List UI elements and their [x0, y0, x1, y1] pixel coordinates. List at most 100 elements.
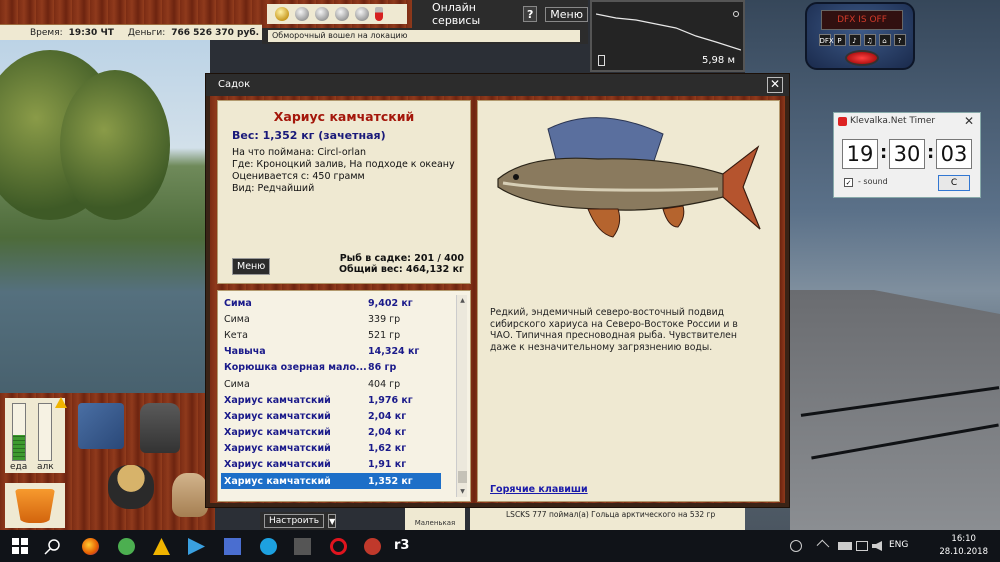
online-services-button[interactable]: Онлайн сервисы	[432, 1, 515, 27]
catch-fish-weight: 1,62 кг	[368, 443, 407, 455]
catch-list-box: Сима 9,402 кг Сима 339 гр Кета 521 гр Чавыча 14…	[217, 290, 471, 502]
catch-fish-name: Сима	[224, 313, 250, 325]
fishing-game-icon[interactable]	[364, 538, 381, 555]
bucket-box[interactable]	[5, 483, 65, 528]
music-notes-icon[interactable]: ♫	[863, 34, 876, 46]
catch-list-row[interactable]: Кета 521 гр	[221, 327, 441, 343]
fish-count: Рыб в садке: 201 / 400	[339, 253, 464, 264]
bucket-icon[interactable]	[15, 489, 55, 523]
food-gauge-fill	[13, 434, 25, 460]
catch-list-row[interactable]: Хариус камчатский 1,352 кг	[221, 473, 441, 490]
close-icon[interactable]: ✕	[964, 114, 974, 128]
catch-fish-name: Хариус камчатский	[224, 443, 331, 455]
fish-info-box: Хариус камчатский Вес: 1,352 кг (зачетна…	[217, 100, 471, 284]
catch-fish-name: Кета	[224, 329, 248, 341]
gadget-power-button[interactable]	[845, 50, 879, 66]
catch-list-row[interactable]: Хариус камчатский 1,976 кг	[221, 392, 441, 408]
taskbar-clock[interactable]: 16:10 28.10.2018	[939, 533, 988, 559]
money-label: Деньги:	[127, 27, 166, 38]
gold-spoon-icon[interactable]	[275, 7, 289, 21]
alcohol-gauge	[38, 403, 52, 461]
catch-list-scrollbar[interactable]: ▲ ▼	[456, 295, 467, 497]
opera-icon[interactable]	[330, 538, 347, 555]
scroll-up-icon[interactable]: ▲	[457, 295, 468, 306]
tree	[60, 70, 170, 220]
fish-place: Где: Кроноцкий залив, На подходе к океан…	[232, 159, 455, 170]
app-icon[interactable]	[294, 538, 311, 555]
volume-icon[interactable]	[872, 541, 882, 551]
catch-list-row[interactable]: Хариус камчатский 2,04 кг	[221, 425, 441, 441]
left-tools-panel: еда алк	[0, 393, 215, 533]
time-value: 19:30 ЧТ	[68, 27, 114, 38]
chevron-up-icon[interactable]	[816, 539, 830, 553]
catch-list-row[interactable]: Корюшка озерная мало... 86 гр	[221, 360, 441, 376]
fish-name: Хариус камчатский	[273, 109, 415, 124]
skype-icon[interactable]	[260, 538, 277, 555]
catch-list-row[interactable]: Хариус камчатский 1,91 кг	[221, 457, 441, 473]
catch-fish-weight: 14,324 кг	[368, 346, 420, 358]
fish-bait: На что поймана: Circl-orlan	[232, 147, 367, 158]
help-button[interactable]: ?	[523, 6, 538, 22]
catch-fish-weight: 2,04 кг	[368, 427, 407, 439]
tools-bar	[262, 0, 412, 28]
potion-icon[interactable]	[375, 7, 383, 21]
firefox-icon[interactable]	[82, 538, 99, 555]
catch-fish-name: Сима	[224, 297, 252, 309]
fish-menu-button[interactable]: Меню	[232, 258, 271, 275]
app-triangle-icon[interactable]	[153, 538, 170, 555]
rr3-game-icon[interactable]: r3	[394, 538, 416, 555]
catch-fish-name: Хариус камчатский	[224, 427, 331, 439]
gadget-p-button[interactable]: P	[833, 34, 846, 46]
play-store-icon[interactable]	[188, 538, 205, 555]
catch-list-row[interactable]: Хариус камчатский 1,62 кг	[221, 441, 441, 457]
top-menu-button[interactable]: Меню	[545, 6, 588, 22]
spoon-icon[interactable]	[315, 7, 329, 21]
catch-list-row[interactable]: Сима 404 гр	[221, 376, 441, 392]
utorrent-icon[interactable]	[118, 538, 135, 555]
home-icon[interactable]: ⌂	[878, 34, 891, 46]
settings-button[interactable]: Настроить	[264, 514, 325, 528]
spoon-icon[interactable]	[335, 7, 349, 21]
catch-list-row[interactable]: Сима 339 гр	[221, 311, 441, 327]
windows-start-icon[interactable]	[12, 538, 29, 555]
music-note-icon[interactable]: ♪	[848, 34, 861, 46]
bait-pot-icon[interactable]	[108, 465, 154, 509]
catch-list[interactable]: Сима 9,402 кг Сима 339 гр Кета 521 гр Чавыча 14…	[221, 295, 441, 490]
warning-icon	[55, 397, 67, 408]
sound-checkbox[interactable]: ✓	[844, 178, 853, 187]
timer-colon: :	[880, 142, 888, 163]
food-label: еда	[10, 462, 28, 472]
catch-list-row[interactable]: Чавыча 14,324 кг	[221, 344, 441, 360]
small-item-slot[interactable]: Маленькая	[405, 505, 465, 530]
save-disk-icon[interactable]	[224, 538, 241, 555]
search-icon[interactable]	[44, 538, 61, 555]
backpack-icon[interactable]	[140, 403, 180, 453]
input-language[interactable]: ENG	[889, 540, 908, 550]
hotkeys-link[interactable]: Горячие клавиши	[490, 484, 588, 495]
settings-dropdown-icon[interactable]: ▼	[328, 514, 337, 528]
headphones-icon[interactable]: ?	[893, 34, 906, 46]
people-icon[interactable]	[790, 540, 802, 552]
catch-fish-name: Сима	[224, 378, 250, 390]
catch-fish-name: Корюшка озерная мало...	[224, 362, 366, 374]
sack-icon[interactable]	[172, 473, 208, 517]
scroll-thumb[interactable]	[458, 471, 467, 483]
tackle-box-icon[interactable]	[78, 403, 124, 449]
catch-list-row[interactable]: Хариус камчатский 2,04 кг	[221, 408, 441, 424]
taskbar: r3 ENG 16:10 28.10.2018	[0, 530, 1000, 562]
scroll-down-icon[interactable]: ▼	[457, 486, 468, 497]
spoon-icon[interactable]	[295, 7, 309, 21]
chat-log-line: LSCKS 777 поймал(а) Гольца арктического …	[470, 505, 745, 530]
sound-label: - sound	[858, 177, 888, 186]
catch-list-row[interactable]: Сима 9,402 кг	[221, 295, 441, 311]
close-icon[interactable]: ✕	[767, 77, 783, 93]
battery-icon	[598, 55, 605, 66]
timer-c-button[interactable]: C	[938, 175, 970, 191]
fish-picture-box: Редкий, эндемичный северо-восточный подв…	[477, 100, 780, 502]
battery-tray-icon[interactable]	[838, 542, 852, 550]
network-icon[interactable]	[856, 541, 868, 551]
dialog-body: Хариус камчатский Вес: 1,352 кг (зачетна…	[210, 96, 785, 503]
gadget-dfx-button[interactable]: DFX	[818, 34, 834, 46]
timer-seconds: 03	[936, 139, 972, 169]
spoon-icon[interactable]	[355, 7, 369, 21]
